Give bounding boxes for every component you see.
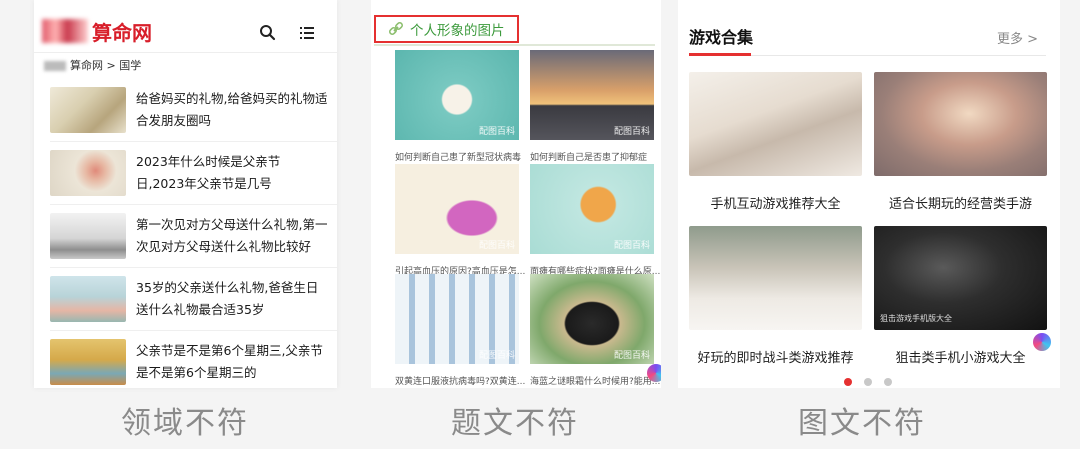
image-gallery-panel: 个人形象的图片 配图百科 如何判断自己患了新型冠状病毒 配图百科 如何判断自己是… bbox=[371, 0, 661, 388]
game-label[interactable]: 手机互动游戏推荐大全 bbox=[689, 193, 862, 212]
blurred-logo-mark bbox=[42, 19, 88, 43]
gallery-image[interactable]: 配图百科 bbox=[395, 164, 519, 254]
gallery-card[interactable]: 配图百科 面瘫有哪些症状?面瘫是什么原... bbox=[530, 164, 660, 277]
site-header: 算命网 bbox=[34, 0, 337, 53]
gallery-caption[interactable]: 海蓝之谜眼霜什么时候用?能用... bbox=[530, 374, 661, 387]
list-item[interactable]: 35岁的父亲送什么礼物,爸爸生日送什么礼物最合适35岁 bbox=[50, 268, 337, 331]
game-label[interactable]: 狙击类手机小游戏大全 bbox=[874, 347, 1047, 366]
list-item[interactable]: 第一次见对方父母送什么礼物,第一次见对方父母送什么礼物比较好 bbox=[50, 205, 337, 268]
gallery-card[interactable]: 配图百科 如何判断自己是否患了抑郁症 bbox=[530, 50, 654, 163]
gallery-caption[interactable]: 如何判断自己患了新型冠状病毒 bbox=[395, 150, 527, 163]
menu-list-icon[interactable] bbox=[296, 22, 318, 44]
article-title[interactable]: 第一次见对方父母送什么礼物,第一次见对方父母送什么礼物比较好 bbox=[136, 214, 328, 258]
image-watermark: 配图百科 bbox=[478, 127, 515, 137]
game-card[interactable]: 手机互动游戏推荐大全 bbox=[689, 72, 862, 212]
carousel-dot[interactable] bbox=[864, 378, 872, 386]
image-watermark: 配图百科 bbox=[613, 351, 650, 361]
gallery-caption[interactable]: 如何判断自己是否患了抑郁症 bbox=[530, 150, 661, 163]
game-image[interactable] bbox=[689, 72, 862, 176]
list-item[interactable]: 父亲节是不是第6个星期三,父亲节是不是第6个星期三的 bbox=[50, 331, 337, 388]
carousel-dot-active[interactable] bbox=[844, 378, 852, 386]
article-thumbnail[interactable] bbox=[50, 339, 126, 385]
list-item[interactable]: 给爸妈买的礼物,给爸妈买的礼物适合发朋友圈吗 bbox=[50, 79, 337, 142]
gallery-card[interactable]: 配图百科 海蓝之谜眼霜什么时候用?能用... bbox=[530, 274, 660, 387]
game-card[interactable]: 狙击游戏手机版大全 狙击类手机小游戏大全 bbox=[874, 226, 1047, 366]
blurred-site-mark bbox=[44, 61, 66, 71]
game-image[interactable]: 狙击游戏手机版大全 bbox=[874, 226, 1047, 330]
game-image[interactable] bbox=[689, 226, 862, 330]
gallery-image[interactable]: 配图百科 bbox=[530, 164, 654, 254]
gallery-heading-box[interactable]: 个人形象的图片 bbox=[374, 15, 519, 43]
gallery-image[interactable]: 配图百科 bbox=[395, 274, 519, 364]
floating-assistant-icon[interactable] bbox=[1033, 333, 1051, 351]
image-watermark: 配图百科 bbox=[478, 351, 515, 361]
article-title[interactable]: 父亲节是不是第6个星期三,父亲节是不是第6个星期三的 bbox=[136, 340, 328, 384]
section-title: 游戏合集 bbox=[689, 28, 754, 47]
article-thumbnail[interactable] bbox=[50, 213, 126, 259]
gallery-caption[interactable]: 双黄连口服液抗病毒吗?双黄连... bbox=[395, 374, 527, 387]
list-item[interactable]: 2023年什么时候是父亲节日,2023年父亲节是几号 bbox=[50, 142, 337, 205]
game-collection-panel: 游戏合集 更多 > 手机互动游戏推荐大全 适合长期玩的经营类手游 好玩的即时战斗… bbox=[678, 0, 1060, 388]
game-image[interactable] bbox=[874, 72, 1047, 176]
gallery-heading: 个人形象的图片 bbox=[410, 23, 505, 39]
caption-domain-mismatch: 领域不符 bbox=[121, 406, 249, 441]
site-logo[interactable]: 算命网 bbox=[42, 18, 152, 45]
heading-divider bbox=[374, 44, 655, 46]
image-watermark: 配图百科 bbox=[478, 241, 515, 251]
more-link[interactable]: 更多 > bbox=[997, 28, 1038, 47]
gallery-image[interactable]: 配图百科 bbox=[395, 50, 519, 140]
gallery-card[interactable]: 配图百科 双黄连口服液抗病毒吗?双黄连... bbox=[395, 274, 525, 387]
article-list: 给爸妈买的礼物,给爸妈买的礼物适合发朋友圈吗 2023年什么时候是父亲节日,20… bbox=[34, 79, 337, 388]
breadcrumb: 算命网 > 国学 bbox=[34, 53, 337, 79]
article-title[interactable]: 35岁的父亲送什么礼物,爸爸生日送什么礼物最合适35岁 bbox=[136, 277, 328, 321]
game-card[interactable]: 适合长期玩的经营类手游 bbox=[874, 72, 1047, 212]
gallery-image[interactable]: 配图百科 bbox=[530, 50, 654, 140]
title-underline bbox=[689, 53, 751, 56]
carousel-dot[interactable] bbox=[884, 378, 892, 386]
article-title[interactable]: 给爸妈买的礼物,给爸妈买的礼物适合发朋友圈吗 bbox=[136, 88, 328, 132]
breadcrumb-text[interactable]: 算命网 > 国学 bbox=[70, 53, 141, 79]
game-label[interactable]: 适合长期玩的经营类手游 bbox=[874, 193, 1047, 212]
image-watermark: 配图百科 bbox=[613, 127, 650, 137]
article-title[interactable]: 2023年什么时候是父亲节日,2023年父亲节是几号 bbox=[136, 151, 328, 195]
gallery-card[interactable]: 配图百科 引起高血压的原因?高血压是怎... bbox=[395, 164, 525, 277]
image-overlay-text: 狙击游戏手机版大全 bbox=[880, 314, 952, 323]
site-logo-text: 算命网 bbox=[92, 20, 152, 45]
game-card[interactable]: 好玩的即时战斗类游戏推荐 bbox=[689, 226, 862, 366]
link-icon bbox=[388, 22, 404, 36]
caption-title-mismatch: 题文不符 bbox=[451, 406, 579, 441]
game-label[interactable]: 好玩的即时战斗类游戏推荐 bbox=[689, 347, 862, 366]
article-thumbnail[interactable] bbox=[50, 276, 126, 322]
gallery-card[interactable]: 配图百科 如何判断自己患了新型冠状病毒 bbox=[395, 50, 521, 163]
article-thumbnail[interactable] bbox=[50, 150, 126, 196]
caption-image-text-mismatch: 图文不符 bbox=[798, 406, 926, 441]
image-watermark: 配图百科 bbox=[613, 241, 650, 251]
search-icon[interactable] bbox=[257, 22, 279, 44]
article-thumbnail[interactable] bbox=[50, 87, 126, 133]
article-panel: 算命网 算命网 > 国学 给爸妈买的礼物,给爸妈买的礼物适合发朋友圈吗 2023… bbox=[34, 0, 337, 388]
gallery-image[interactable]: 配图百科 bbox=[530, 274, 654, 364]
floating-assistant-icon[interactable] bbox=[647, 364, 661, 382]
